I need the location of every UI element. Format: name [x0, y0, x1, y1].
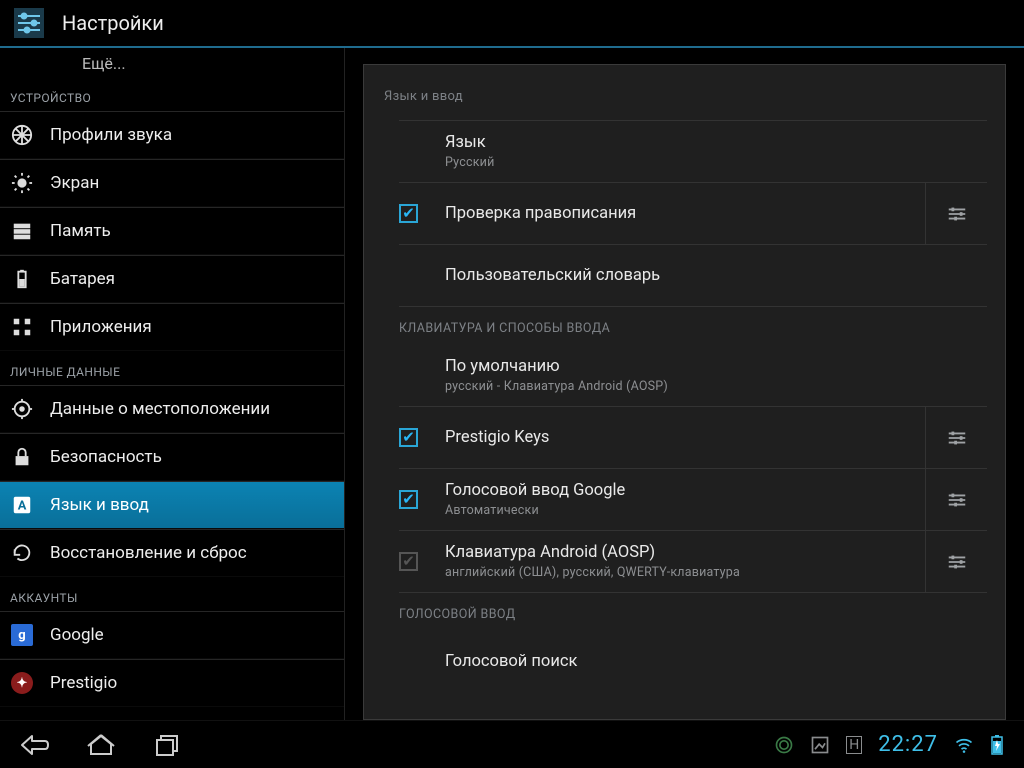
checkbox-disabled-icon: ✔	[399, 552, 418, 571]
sidebar-item-label: Безопасность	[50, 447, 162, 467]
settings-button[interactable]	[925, 469, 987, 530]
row-subtitle: английский (США), русский, QWERTY-клавиа…	[445, 565, 925, 580]
row-default-keyboard[interactable]: По умолчанию русский - Клавиатура Androi…	[399, 344, 987, 406]
row-title: Prestigio Keys	[445, 428, 925, 447]
sidebar-header-personal: ЛИЧНЫЕ ДАННЫЕ	[0, 351, 344, 385]
sidebar-item-storage[interactable]: Память	[0, 207, 344, 255]
sidebar-item-security[interactable]: Безопасность	[0, 433, 344, 481]
location-icon	[10, 397, 34, 421]
sidebar-item-label: Язык и ввод	[50, 495, 149, 515]
sidebar-item-label: Экран	[50, 173, 99, 193]
recents-button[interactable]	[152, 732, 182, 758]
sidebar-item-label: Восстановление и сброс	[50, 543, 247, 563]
wifi-icon[interactable]	[954, 735, 974, 755]
home-button[interactable]	[86, 732, 116, 758]
status-clock[interactable]: 22:27	[878, 732, 938, 757]
row-voice-search[interactable]: Голосовой поиск	[399, 630, 987, 692]
prestigio-icon: ✦	[10, 671, 34, 695]
storage-icon	[10, 219, 34, 243]
sidebar-item-label: Батарея	[50, 269, 115, 289]
checkbox-checked-icon[interactable]: ✔	[399, 428, 418, 447]
sidebar-item-sound[interactable]: Профили звука	[0, 111, 344, 159]
subheader-keyboard: КЛАВИАТУРА И СПОСОБЫ ВВОДА	[399, 306, 987, 344]
sidebar-item-language[interactable]: A Язык и ввод	[0, 481, 344, 529]
row-google-voice[interactable]: ✔ Голосовой ввод Google Автоматически	[399, 468, 987, 530]
checkbox-checked-icon[interactable]: ✔	[399, 204, 418, 223]
action-bar: Настройки	[0, 0, 1024, 48]
row-spellcheck[interactable]: ✔ Проверка правописания	[399, 182, 987, 244]
sidebar-item-label: Память	[50, 221, 111, 241]
row-language[interactable]: Язык Русский	[399, 120, 987, 182]
row-title: Клавиатура Android (AOSP)	[445, 543, 925, 562]
row-title: Проверка правописания	[445, 204, 925, 223]
page-title: Настройки	[62, 11, 164, 35]
sidebar-header-accounts: АККАУНТЫ	[0, 577, 344, 611]
lock-icon	[10, 445, 34, 469]
system-navbar: Н 22:27	[0, 720, 1024, 768]
settings-icon	[14, 8, 44, 38]
display-icon	[10, 171, 34, 195]
settings-button[interactable]	[925, 531, 987, 592]
sidebar-item-backup[interactable]: Восстановление и сброс	[0, 529, 344, 577]
row-title: Язык	[445, 133, 987, 152]
row-prestigio-keys[interactable]: ✔ Prestigio Keys	[399, 406, 987, 468]
battery-icon	[10, 267, 34, 291]
sidebar-item-label: Google	[50, 625, 104, 645]
sidebar-item-google[interactable]: g Google	[0, 611, 344, 659]
sidebar-item-label: Prestigio	[50, 673, 117, 693]
back-button[interactable]	[20, 732, 50, 758]
sidebar-item-label: Профили звука	[50, 125, 172, 145]
sidebar-item-display[interactable]: Экран	[0, 159, 344, 207]
sidebar-item-more[interactable]: Ещё...	[0, 48, 344, 77]
sidebar-item-label: Приложения	[50, 317, 152, 337]
row-title: Пользовательский словарь	[445, 266, 987, 285]
checkbox-checked-icon[interactable]: ✔	[399, 490, 418, 509]
content-area: Ещё... УСТРОЙСТВО Профили звука Экран Па…	[0, 48, 1024, 720]
row-title: Голосовой поиск	[445, 652, 987, 671]
detail-pane: Язык и ввод Язык Русский ✔ Проверка прав…	[345, 48, 1024, 720]
sidebar-header-device: УСТРОЙСТВО	[0, 77, 344, 111]
battery-status-icon[interactable]	[990, 735, 1004, 755]
row-subtitle: Русский	[445, 155, 987, 170]
settings-button[interactable]	[925, 183, 987, 244]
ime-indicator[interactable]: Н	[846, 736, 862, 754]
subheader-voice: ГОЛОСОВОЙ ВВОД	[399, 592, 987, 630]
panel-title: Язык и ввод	[364, 65, 1005, 120]
screenshot-icon[interactable]	[810, 735, 830, 755]
settings-button[interactable]	[925, 407, 987, 468]
sidebar-item-location[interactable]: Данные о местоположении	[0, 385, 344, 433]
sidebar: Ещё... УСТРОЙСТВО Профили звука Экран Па…	[0, 48, 345, 720]
row-dictionary[interactable]: Пользовательский словарь	[399, 244, 987, 306]
detail-panel: Язык и ввод Язык Русский ✔ Проверка прав…	[363, 64, 1006, 720]
apps-icon	[10, 315, 34, 339]
row-subtitle: Автоматически	[445, 503, 925, 518]
sound-icon	[10, 123, 34, 147]
svg-text:A: A	[18, 499, 27, 514]
backup-icon	[10, 541, 34, 565]
row-subtitle: русский - Клавиатура Android (AOSP)	[445, 379, 987, 394]
row-title: Голосовой ввод Google	[445, 481, 925, 500]
sidebar-item-apps[interactable]: Приложения	[0, 303, 344, 351]
sidebar-item-battery[interactable]: Батарея	[0, 255, 344, 303]
sync-icon[interactable]	[774, 735, 794, 755]
row-title: По умолчанию	[445, 357, 987, 376]
row-aosp-keyboard[interactable]: ✔ Клавиатура Android (AOSP) английский (…	[399, 530, 987, 592]
google-icon: g	[10, 623, 34, 647]
language-icon: A	[10, 493, 34, 517]
sidebar-item-prestigio[interactable]: ✦ Prestigio	[0, 659, 344, 707]
sidebar-item-label: Данные о местоположении	[50, 399, 270, 419]
